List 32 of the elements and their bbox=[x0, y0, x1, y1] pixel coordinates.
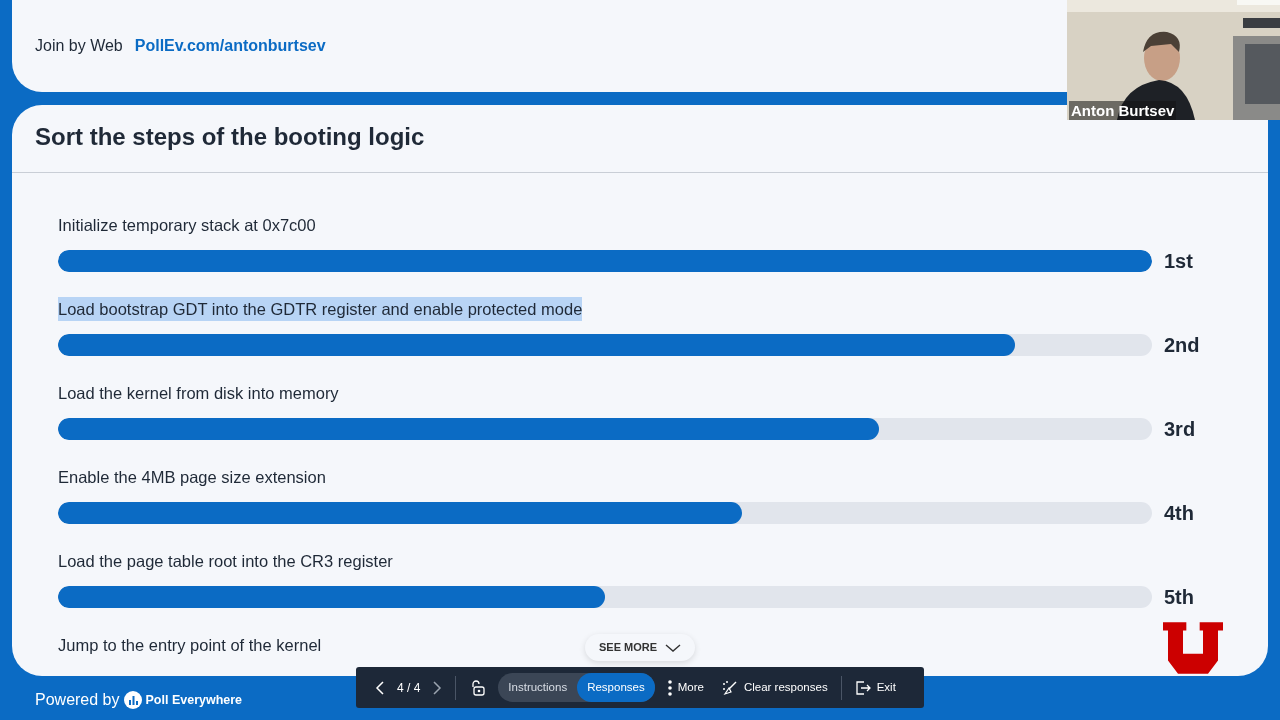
more-button[interactable]: More bbox=[662, 674, 709, 701]
mode-tab[interactable]: Responses bbox=[577, 672, 655, 703]
chevron-left-icon bbox=[375, 680, 384, 695]
kebab-menu-icon bbox=[667, 679, 672, 696]
broom-sparkle-icon bbox=[721, 679, 738, 696]
rank-label: 2nd bbox=[1164, 332, 1200, 358]
option-label: Initialize temporary stack at 0x7c00 bbox=[58, 214, 316, 236]
rank-label: 3rd bbox=[1164, 416, 1196, 442]
clear-responses-button[interactable]: Clear responses bbox=[716, 674, 833, 701]
chevron-down-icon bbox=[665, 643, 682, 652]
option-label: Load the kernel from disk into memory bbox=[58, 382, 339, 404]
exit-icon bbox=[854, 679, 871, 696]
powered-by-label: Powered by bbox=[35, 690, 120, 710]
rank-label: 1st bbox=[1164, 248, 1193, 274]
exit-button[interactable]: Exit bbox=[849, 674, 901, 701]
see-more-button[interactable]: SEE MORE bbox=[585, 634, 695, 661]
poll-everywhere-logo-icon bbox=[123, 691, 142, 709]
rank-label: 4th bbox=[1164, 500, 1194, 526]
mode-tab[interactable]: Instructions bbox=[498, 672, 578, 703]
chevron-right-icon bbox=[433, 680, 443, 695]
option-label: Enable the 4MB page size extension bbox=[58, 466, 326, 488]
join-link[interactable]: PollEv.com/antonburtsev bbox=[134, 34, 326, 58]
rank-label: 5th bbox=[1164, 584, 1194, 610]
option-label: Load bootstrap GDT into the GDTR register and enable protected mode bbox=[58, 296, 583, 321]
block-u-logo-icon bbox=[1163, 622, 1223, 674]
join-label: Join by Web bbox=[35, 36, 123, 56]
unlocked-padlock-icon bbox=[469, 679, 486, 696]
page-counter: 4 / 4 bbox=[397, 679, 421, 697]
option-label: Load the page table root into the CR3 register bbox=[58, 550, 393, 572]
brand-name: Poll Everywhere bbox=[145, 691, 243, 709]
option-label: Jump to the entry point of the kernel bbox=[58, 634, 322, 656]
participant-name: Anton Burtsev bbox=[1069, 101, 1177, 120]
